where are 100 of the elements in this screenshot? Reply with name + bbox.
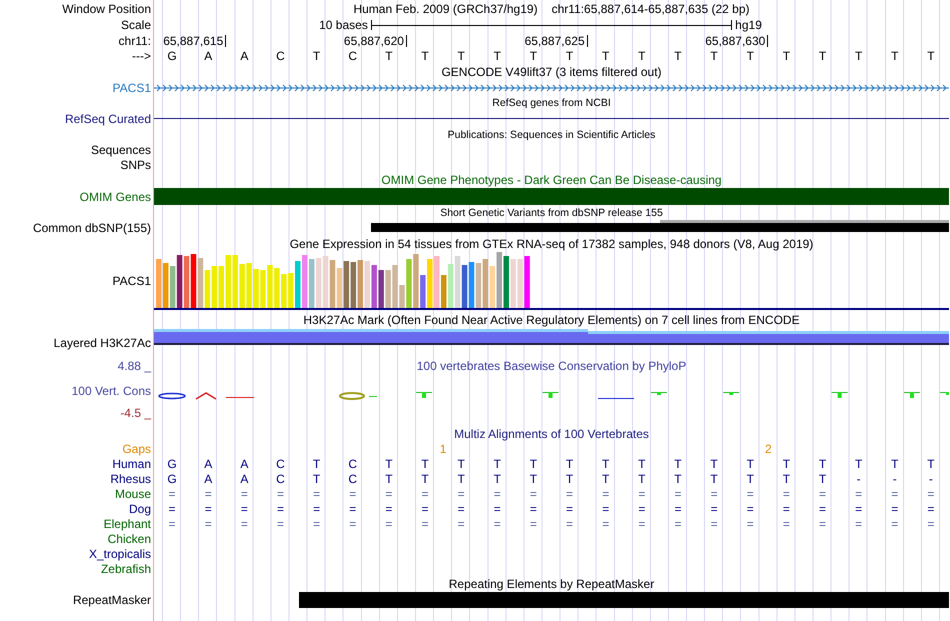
aligned-base: T bbox=[709, 456, 719, 470]
track-title: H3K27Ac Mark (Often Found Near Active Regulatory Elements) on 7 cell lines from ENCODE bbox=[302, 312, 801, 326]
aligned-base: = bbox=[637, 502, 646, 516]
aligned-base: = bbox=[565, 502, 574, 516]
position-tick: 65,887,630 bbox=[588, 34, 768, 46]
axis-max-label: 4.88 _ bbox=[118, 358, 151, 372]
base-letter: G bbox=[166, 49, 178, 63]
aligned-base: = bbox=[746, 486, 755, 500]
aligned-base: = bbox=[312, 486, 322, 500]
aligned-base: = bbox=[818, 516, 828, 530]
aligned-base: = bbox=[565, 516, 574, 530]
aligned-base: T bbox=[746, 472, 755, 486]
base-letter: T bbox=[564, 49, 574, 63]
aligned-base: T bbox=[637, 472, 646, 486]
aligned-base: T bbox=[384, 472, 394, 486]
variant-bar[interactable] bbox=[660, 220, 949, 223]
position-range: chr11:65,887,614-65,887,635 (22 bp) bbox=[552, 2, 750, 16]
base-letter: T bbox=[926, 49, 936, 63]
aligned-base: T bbox=[420, 472, 430, 486]
track-label: 100 Vert. Cons bbox=[72, 384, 151, 398]
aligned-base: = bbox=[782, 516, 791, 530]
aligned-base: C bbox=[275, 472, 286, 486]
aligned-base: = bbox=[601, 516, 610, 530]
aligned-base: = bbox=[926, 502, 936, 516]
aligned-base: T bbox=[709, 472, 719, 486]
base-letter: T bbox=[601, 49, 610, 63]
aligned-base: = bbox=[456, 486, 466, 500]
aligned-base: G bbox=[166, 456, 178, 470]
assembly-name: Human Feb. 2009 (GRCh37/hg19) bbox=[353, 2, 538, 16]
aligned-base: C bbox=[347, 472, 358, 486]
aligned-base: T bbox=[564, 472, 574, 486]
aligned-base: T bbox=[564, 456, 574, 470]
aligned-base: = bbox=[710, 516, 719, 530]
aligned-base: - bbox=[892, 472, 898, 486]
aligned-base: = bbox=[276, 516, 285, 530]
aligned-base: T bbox=[890, 456, 900, 470]
aligned-base: = bbox=[384, 486, 394, 500]
species-label: Human bbox=[112, 456, 151, 470]
aligned-base: T bbox=[384, 456, 394, 470]
repeat-bar[interactable] bbox=[298, 592, 949, 608]
aligned-base: = bbox=[854, 486, 864, 500]
aligned-base: G bbox=[166, 472, 178, 486]
track-title: Publications: Sequences in Scientific Articles bbox=[446, 128, 656, 140]
base-letter: T bbox=[312, 49, 322, 63]
track-title: Gene Expression in 54 tissues from GTEx RNA-seq of 17382 samples, 948 donors (V8, Aug 2019) bbox=[288, 237, 814, 251]
aligned-base: T bbox=[601, 456, 610, 470]
aligned-base: = bbox=[204, 502, 213, 516]
base-letter: T bbox=[456, 49, 466, 63]
gap-marker: 1 bbox=[438, 442, 448, 456]
phenotype-bar[interactable] bbox=[154, 188, 949, 205]
base-letter: T bbox=[782, 49, 792, 63]
aligned-base: = bbox=[348, 502, 358, 516]
track-title: Short Genetic Variants from dbSNP release 155 bbox=[439, 206, 664, 218]
aligned-base: = bbox=[746, 516, 755, 530]
aligned-base: T bbox=[854, 456, 864, 470]
aligned-base: = bbox=[492, 502, 502, 516]
aligned-base: T bbox=[601, 472, 610, 486]
aligned-base: = bbox=[637, 486, 646, 500]
base-letter: C bbox=[275, 49, 286, 63]
variant-bar[interactable] bbox=[370, 223, 949, 232]
aligned-base: = bbox=[601, 502, 610, 516]
aligned-base: T bbox=[746, 456, 755, 470]
base-letter: T bbox=[492, 49, 502, 63]
species-label: X_tropicalis bbox=[88, 546, 151, 560]
base-letter: A bbox=[203, 49, 214, 63]
aligned-base: = bbox=[926, 486, 936, 500]
aligned-base: T bbox=[420, 456, 430, 470]
aligned-base: T bbox=[673, 456, 683, 470]
aligned-base: = bbox=[818, 502, 828, 516]
track-label: PACS1 bbox=[112, 81, 151, 95]
aligned-base: = bbox=[240, 502, 249, 516]
aligned-base: = bbox=[890, 516, 900, 530]
track-label: PACS1 bbox=[112, 274, 151, 288]
track-label: RepeatMasker bbox=[72, 593, 151, 607]
aligned-base: = bbox=[492, 516, 502, 530]
track-label: Layered H3K27Ac bbox=[54, 336, 151, 350]
track-label: RefSeq Curated bbox=[64, 112, 151, 126]
aligned-base: C bbox=[347, 456, 358, 470]
aligned-base: = bbox=[565, 486, 574, 500]
track-label: Gaps bbox=[122, 442, 151, 456]
species-label: Mouse bbox=[114, 486, 151, 500]
aligned-base: = bbox=[168, 516, 177, 530]
aligned-base: = bbox=[710, 486, 719, 500]
aligned-base: C bbox=[275, 456, 286, 470]
aligned-base: = bbox=[528, 486, 538, 500]
aligned-base: = bbox=[168, 502, 177, 516]
aligned-base: = bbox=[782, 502, 791, 516]
aligned-base: T bbox=[637, 456, 646, 470]
scale-text: 10 bases bbox=[318, 18, 369, 32]
aligned-base: = bbox=[890, 486, 900, 500]
track-label: Common dbSNP(155) bbox=[32, 221, 151, 235]
strand-label: ---> bbox=[132, 49, 151, 63]
base-letter: T bbox=[528, 49, 538, 63]
base-letter: T bbox=[818, 49, 828, 63]
species-label: Elephant bbox=[104, 516, 151, 530]
base-letter: C bbox=[347, 49, 358, 63]
aligned-base: - bbox=[856, 472, 862, 486]
row-label: Scale bbox=[120, 18, 151, 32]
aligned-base: = bbox=[528, 516, 538, 530]
aligned-base: = bbox=[673, 486, 682, 500]
